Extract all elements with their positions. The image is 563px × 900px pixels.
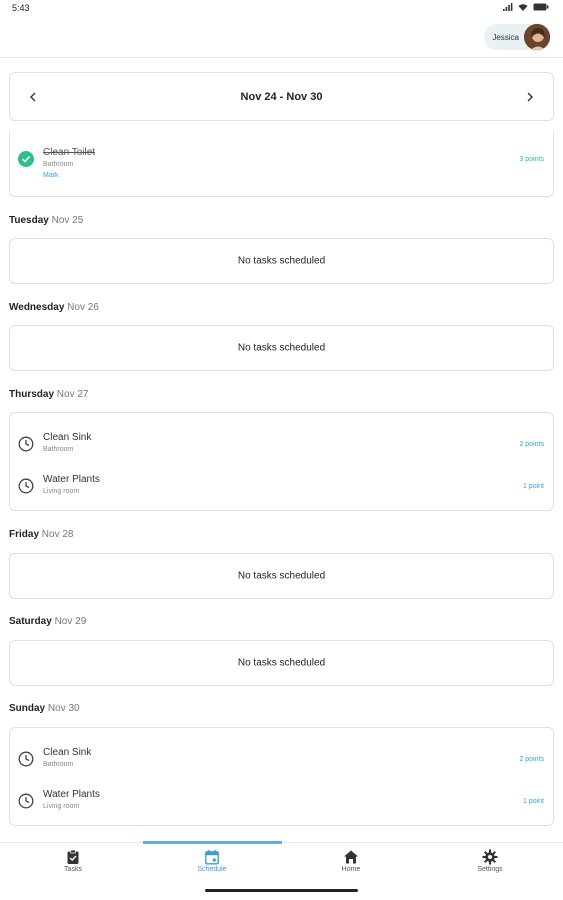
task-room: Bathroom	[43, 761, 74, 768]
clipboard-check-icon	[67, 849, 79, 864]
day-date: Nov 25	[51, 215, 84, 226]
task-points: 1 point	[522, 483, 544, 490]
chevron-left-icon	[30, 92, 36, 102]
task-title: Water Plants	[43, 474, 100, 485]
task-title: Clean Sink	[43, 432, 92, 443]
bottom-navigation: Tasks Schedule Home Settings	[0, 841, 563, 900]
system-home-indicator[interactable]	[205, 889, 358, 892]
day-date: Nov 29	[54, 616, 87, 627]
task-item[interactable]: Water Plants Living room 1 point	[10, 784, 553, 824]
task-title: Clean Sink	[43, 747, 92, 758]
previous-week-button[interactable]	[24, 88, 42, 106]
no-tasks-text: No tasks scheduled	[237, 342, 326, 354]
day-date: Nov 28	[41, 529, 74, 540]
nav-tab-schedule[interactable]: Schedule	[142, 843, 282, 883]
day-header-wednesday: Wednesday Nov 26	[9, 302, 99, 313]
calendar-icon	[205, 850, 219, 865]
task-points: 1 point	[522, 798, 544, 805]
day-date: Nov 30	[47, 703, 80, 714]
day-header-saturday: Saturday Nov 29	[9, 616, 86, 627]
nav-tab-home[interactable]: Home	[281, 843, 421, 883]
task-card-monday: Clean Toilet Bathroom Mark 3 points	[9, 132, 554, 197]
task-points: 3 points	[519, 156, 544, 163]
task-item[interactable]: Clean Sink Bathroom 2 points	[10, 427, 553, 467]
check-circle-icon[interactable]	[18, 151, 34, 167]
day-name: Sunday	[9, 703, 46, 714]
user-name: Jessica	[492, 32, 519, 42]
house-icon	[344, 850, 358, 864]
task-points: 2 points	[519, 756, 544, 763]
no-tasks-text: No tasks scheduled	[237, 657, 326, 669]
day-date: Nov 27	[56, 389, 89, 400]
clock-icon[interactable]	[18, 751, 34, 767]
day-header-friday: Friday Nov 28	[9, 529, 73, 540]
nav-label: Home	[341, 866, 361, 873]
nav-tab-settings[interactable]: Settings	[420, 843, 560, 883]
day-name: Saturday	[9, 616, 52, 627]
chevron-right-icon	[527, 92, 533, 102]
clock-icon[interactable]	[18, 436, 34, 452]
task-assignee: Mark	[43, 172, 59, 179]
status-time: 5:43	[12, 3, 30, 13]
user-chip[interactable]: Jessica	[484, 23, 551, 51]
day-header-tuesday: Tuesday Nov 25	[9, 215, 83, 226]
next-week-button[interactable]	[521, 88, 539, 106]
clock-icon[interactable]	[18, 478, 34, 494]
gear-icon	[482, 849, 498, 865]
task-title: Water Plants	[43, 789, 100, 800]
nav-tab-tasks[interactable]: Tasks	[3, 843, 143, 883]
status-icons	[503, 3, 549, 11]
no-tasks-text: No tasks scheduled	[237, 570, 326, 582]
empty-day-card-tuesday: No tasks scheduled	[9, 238, 554, 284]
empty-day-card-saturday: No tasks scheduled	[9, 640, 554, 686]
task-room: Living room	[43, 488, 80, 495]
nav-label: Tasks	[64, 866, 82, 873]
battery-icon	[533, 3, 549, 11]
day-name: Thursday	[9, 389, 55, 400]
no-tasks-text: No tasks scheduled	[237, 255, 326, 267]
task-points: 2 points	[519, 441, 544, 448]
day-date: Nov 26	[67, 302, 99, 313]
status-bar: 5:43	[0, 0, 563, 18]
week-range-label: Nov 24 - Nov 30	[240, 90, 323, 103]
task-card-thursday: Clean Sink Bathroom 2 points Water Plant…	[9, 412, 554, 511]
day-name: Wednesday	[9, 302, 65, 313]
nav-label: Schedule	[197, 866, 227, 873]
task-item[interactable]: Water Plants Living room 1 point	[10, 469, 553, 509]
day-header-thursday: Thursday Nov 27	[9, 389, 88, 400]
avatar-image	[524, 24, 550, 50]
empty-day-card-friday: No tasks scheduled	[9, 553, 554, 599]
avatar[interactable]	[523, 23, 551, 51]
empty-day-card-wednesday: No tasks scheduled	[9, 325, 554, 371]
nav-label: Settings	[477, 866, 503, 873]
top-bar: Jessica	[0, 18, 563, 58]
day-header-sunday: Sunday Nov 30	[9, 703, 80, 714]
task-title: Clean Toilet	[43, 147, 96, 158]
day-name: Friday	[9, 529, 40, 540]
task-room: Living room	[43, 803, 80, 810]
clock-icon[interactable]	[18, 793, 34, 809]
wifi-icon	[518, 4, 528, 11]
task-item[interactable]: Clean Toilet Bathroom Mark 3 points	[10, 142, 553, 182]
signal-icon	[503, 3, 513, 11]
day-name: Tuesday	[9, 215, 49, 226]
task-room: Bathroom	[43, 161, 74, 168]
task-card-sunday: Clean Sink Bathroom 2 points Water Plant…	[9, 727, 554, 826]
task-room: Bathroom	[43, 446, 74, 453]
task-item[interactable]: Clean Sink Bathroom 2 points	[10, 742, 553, 782]
week-navigator: Nov 24 - Nov 30	[9, 72, 554, 121]
